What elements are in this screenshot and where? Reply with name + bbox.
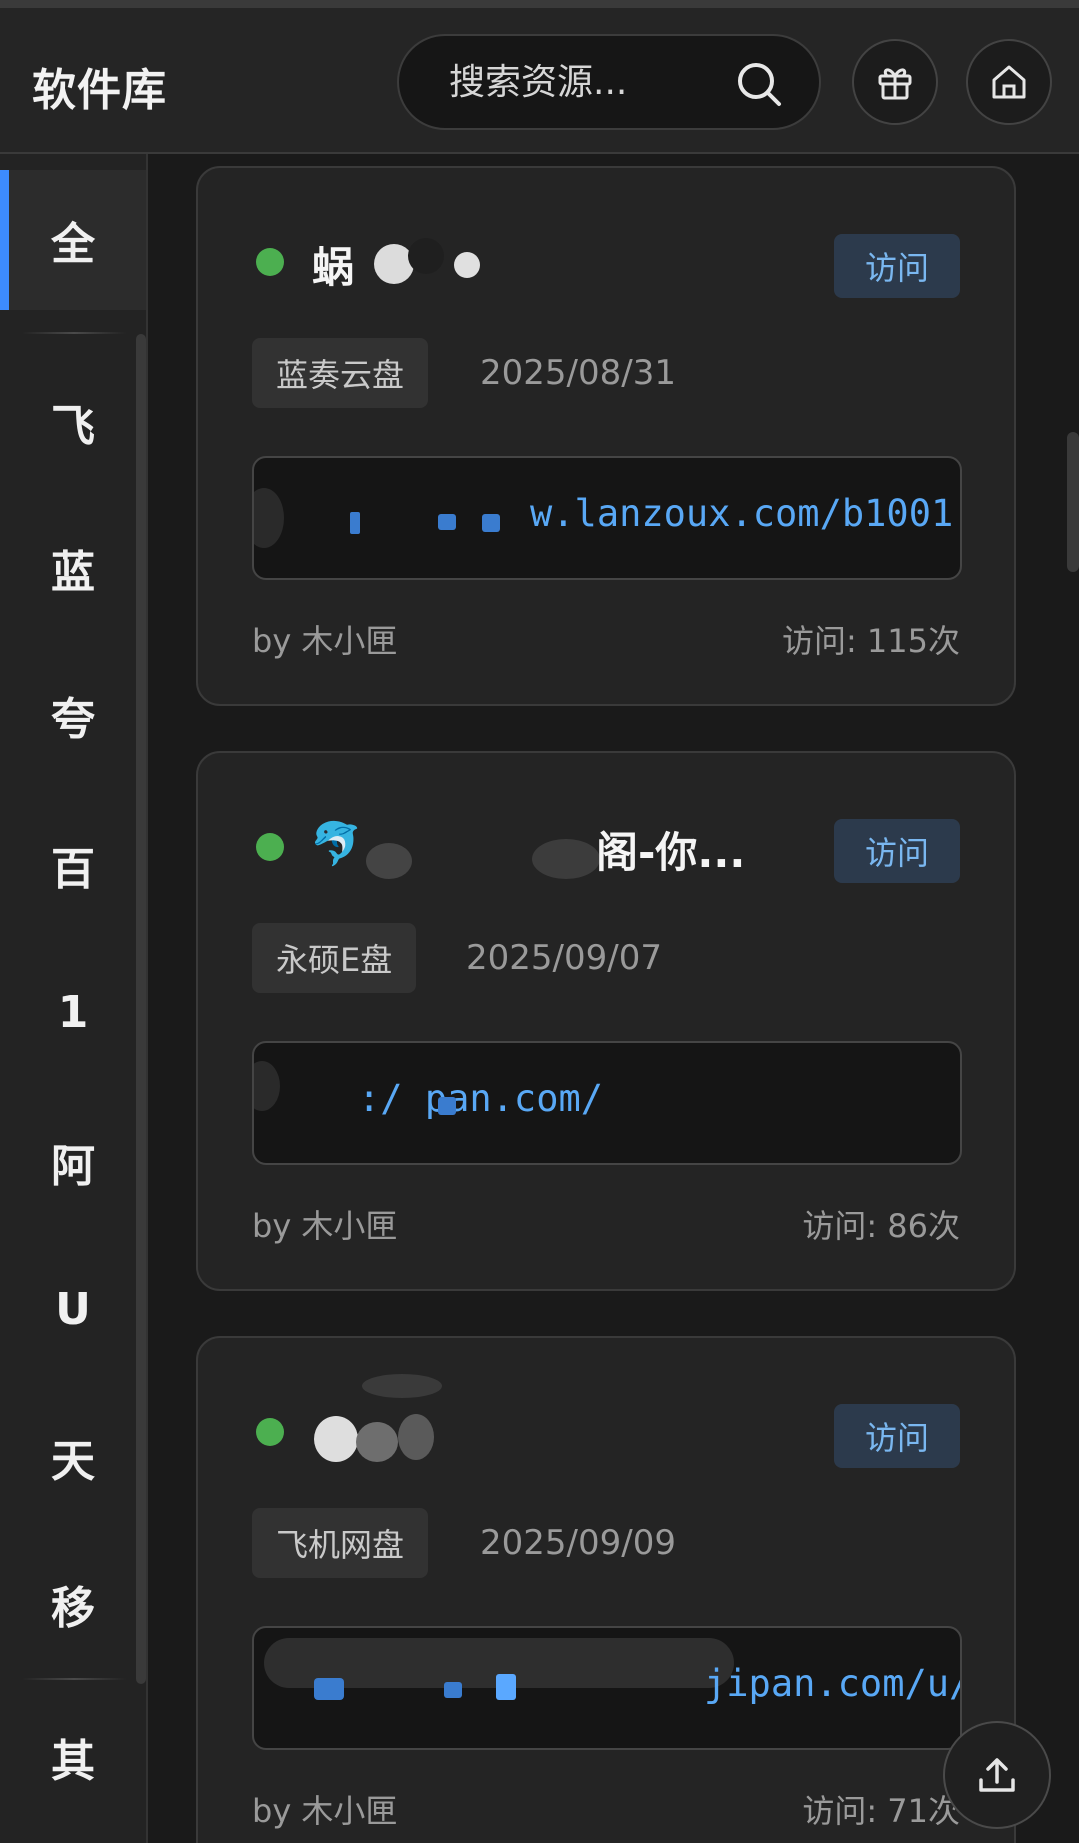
redaction-blur [438,1097,456,1115]
search-bar[interactable] [397,34,821,130]
link-field[interactable]: :/ pan.com/ [252,1041,962,1165]
top-bar: 软件库 [0,0,1079,154]
dolphin-icon: 🐬 [310,819,363,868]
category-item[interactable]: 移 [0,1534,146,1674]
redaction-blur [366,843,412,879]
visit-button[interactable]: 访问 [834,1404,960,1468]
redaction-blur [314,1678,344,1700]
category-item[interactable]: 飞 [0,352,146,492]
category-label: 1 [57,986,89,1038]
category-label: 飞 [51,401,95,452]
redaction-blur [350,512,360,534]
redaction-blur [356,1422,398,1462]
link-text[interactable]: :/ pan.com/ [358,1077,603,1120]
gift-icon [878,68,912,100]
publish-date: 2025/08/31 [480,353,676,393]
redaction-blur [398,1414,434,1460]
redaction-blur [254,488,284,548]
category-label: 百 [51,844,95,895]
redaction-blur [482,514,500,532]
link-field[interactable]: jipan.com/u/ [252,1626,962,1750]
storage-tag: 飞机网盘 [252,1508,429,1578]
home-button[interactable] [966,39,1052,125]
resource-title-suffix: 阁-你... [596,828,746,875]
category-label: 其 [51,1736,95,1787]
redaction-blur [444,1682,462,1698]
category-item[interactable]: 蓝 [0,498,146,638]
upload-icon [979,1758,1015,1792]
redaction-blur [408,238,444,274]
gift-button[interactable] [852,39,938,125]
redaction-blur [496,1674,516,1700]
link-field[interactable]: w.lanzoux.com/b1001 [252,456,962,580]
link-text[interactable]: jipan.com/u/ [704,1662,960,1705]
category-label: 移 [51,1583,95,1634]
category-label: 全 [51,219,95,270]
divider [22,332,126,334]
category-item[interactable]: 其 [0,1687,146,1827]
storage-tag: 永硕E盘 [252,923,417,993]
resource-card: 访问 飞机网盘 2025/09/09 jipan.com/u/ by 木小匣 访… [196,1336,1016,1843]
divider [22,1678,126,1680]
author: by 木小匣 [252,622,398,660]
category-item[interactable]: 天 [0,1387,146,1527]
visit-count: 访问: 71次 [802,1792,960,1830]
category-sidebar: 全 飞 蓝 夸 百 1 阿 U 天 移 其 [0,154,148,1843]
resource-card: 🐬 阁-你... 访问 永硕E盘 2025/09/07 :/ pan.com/ … [196,751,1016,1291]
search-input[interactable] [449,58,739,106]
publish-date: 2025/09/07 [466,938,662,978]
category-item[interactable]: 百 [0,795,146,935]
redaction-blur [362,1374,442,1398]
app-title: 软件库 [32,65,167,116]
storage-tag: 蓝奏云盘 [252,338,429,408]
status-dot [256,248,284,276]
status-dot [256,1418,284,1446]
author: by 木小匣 [252,1207,398,1245]
category-label: 天 [51,1436,95,1487]
category-item[interactable]: 夸 [0,645,146,785]
category-label: 蓝 [51,547,95,598]
search-icon[interactable] [735,60,783,108]
redaction-blur [454,252,480,278]
category-label: U [55,1283,91,1335]
status-dot [256,833,284,861]
resource-card: 蜗 访问 蓝奏云盘 2025/08/31 w.lanzoux.com/b1001… [196,166,1016,706]
redaction-blur [532,839,600,879]
author: by 木小匣 [252,1792,398,1830]
upload-button[interactable] [943,1721,1051,1829]
category-label: 阿 [51,1141,95,1192]
category-item[interactable]: 1 [0,942,146,1082]
category-item[interactable]: 阿 [0,1092,146,1232]
home-icon [992,65,1026,99]
category-label: 夸 [51,694,95,745]
visit-count: 访问: 86次 [802,1207,960,1245]
redaction-blur [314,1416,358,1462]
redaction-blur [438,514,456,530]
visit-button[interactable]: 访问 [834,819,960,883]
redaction-blur [254,1061,280,1111]
visit-count: 访问: 115次 [781,622,960,660]
visit-button[interactable]: 访问 [834,234,960,298]
resource-list: 蜗 访问 蓝奏云盘 2025/08/31 w.lanzoux.com/b1001… [150,154,1079,1843]
category-item[interactable]: U [0,1239,146,1379]
publish-date: 2025/09/09 [480,1523,676,1563]
list-scrollbar[interactable] [1067,432,1079,572]
link-text[interactable]: w.lanzoux.com/b1001 [530,492,953,535]
category-all[interactable]: 全 [0,170,146,310]
sidebar-scrollbar[interactable] [136,334,146,1684]
